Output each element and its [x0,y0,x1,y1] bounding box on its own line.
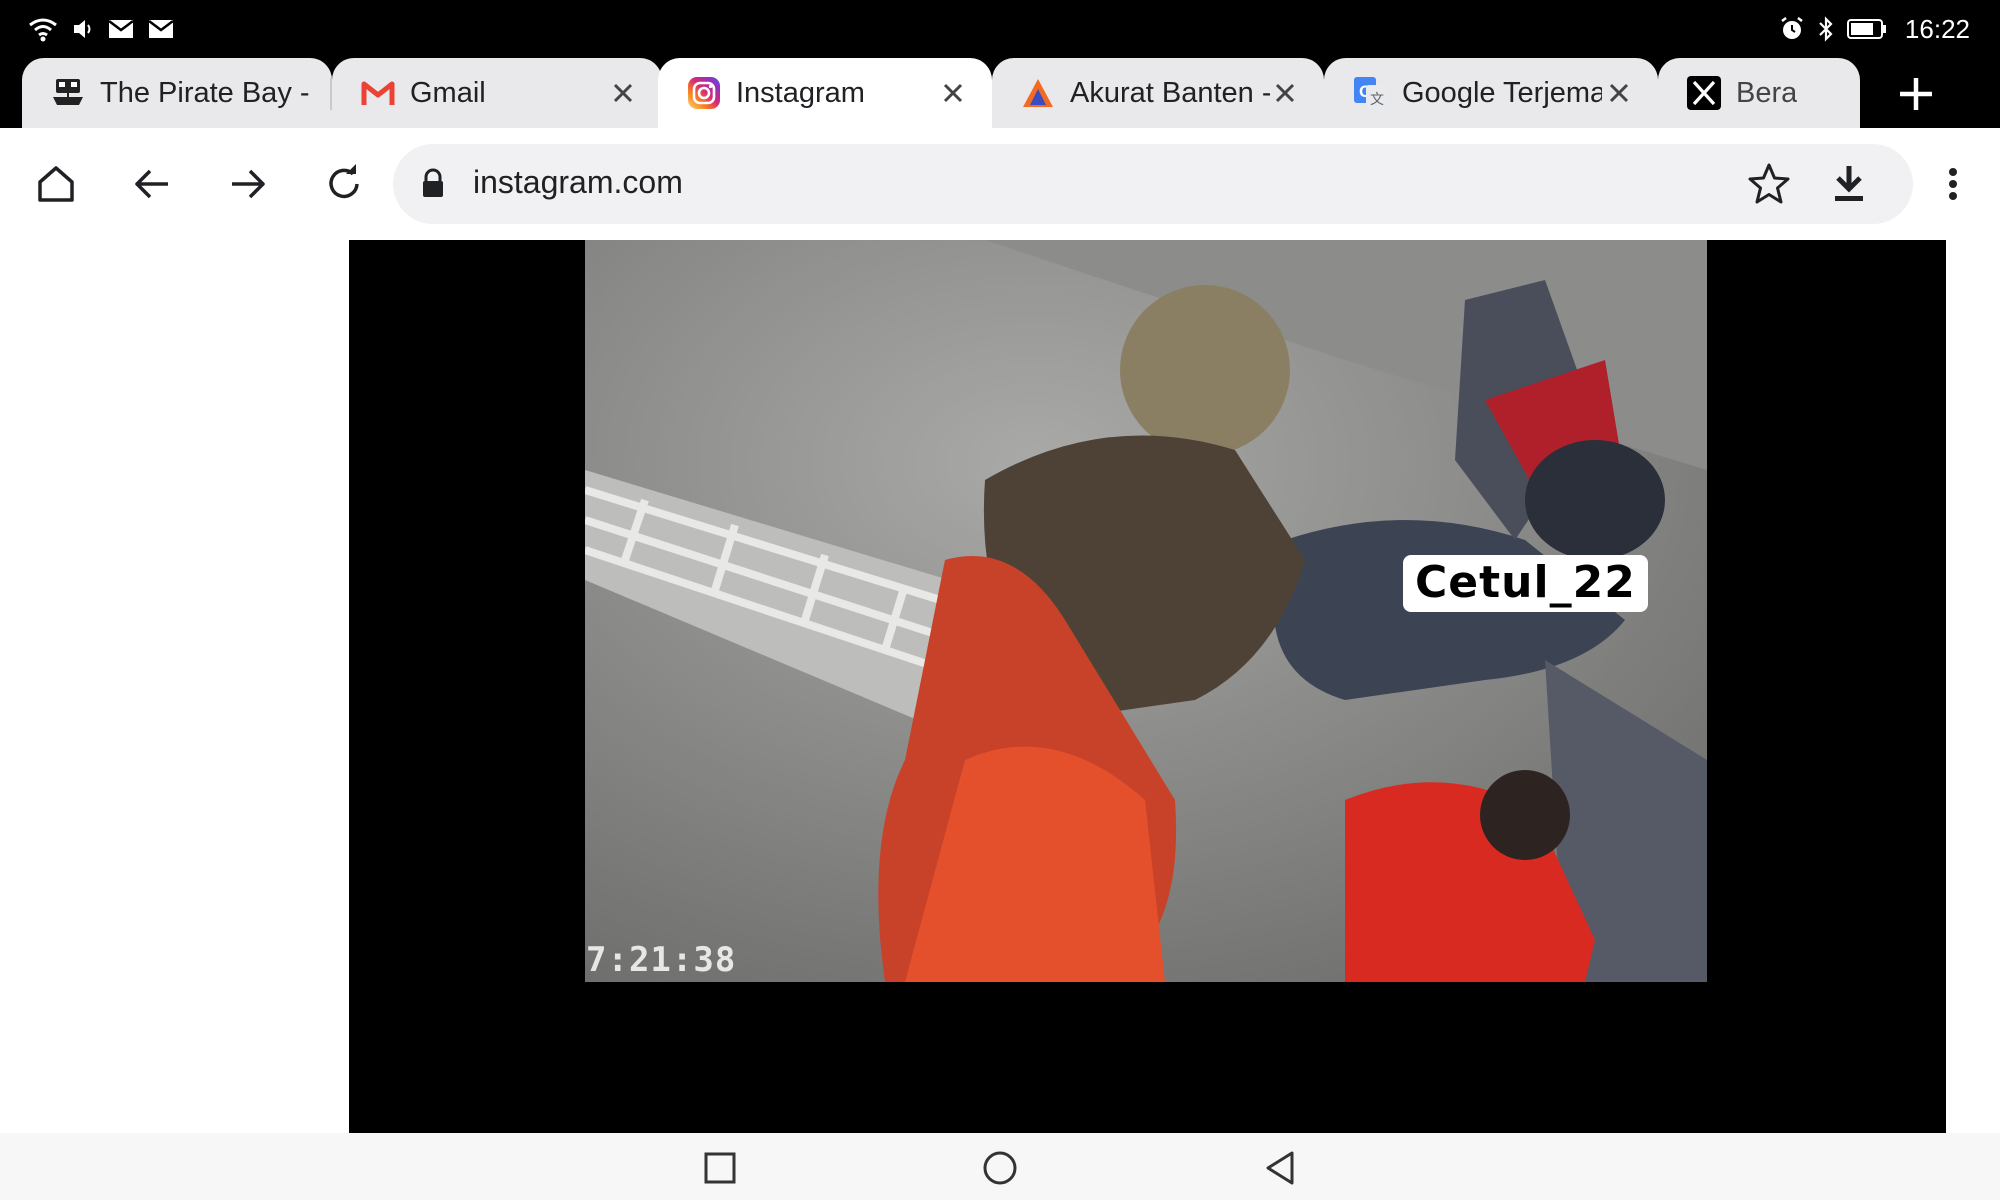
close-icon[interactable] [608,78,638,108]
mail-icon [148,20,174,38]
recents-icon [704,1152,736,1184]
home-button[interactable] [28,156,84,212]
tab-akurat-banten[interactable]: Akurat Banten - [992,58,1324,128]
forward-icon [232,169,265,199]
browser-toolbar: instagram.com [0,128,2000,241]
close-icon[interactable] [938,78,968,108]
close-icon[interactable] [1604,78,1634,108]
back-button[interactable] [124,156,180,212]
tab-the-pirate-bay[interactable]: The Pirate Bay - [22,58,332,128]
google-translate-icon: G 文 [1354,77,1386,109]
more-icon [1949,168,1957,200]
tab-google-terjemah[interactable]: G 文 Google Terjemah [1324,58,1658,128]
page-content: Cetul_22 7:21:38 [0,240,2000,1133]
instagram-icon [688,77,720,109]
tab-gmail[interactable]: Gmail [332,58,662,128]
svg-text:文: 文 [1370,91,1384,107]
back-nav-button[interactable] [1255,1143,1305,1193]
volume-icon [74,20,91,38]
home-icon [38,166,74,202]
battery-icon [1846,19,1886,39]
bluetooth-icon [1819,16,1833,42]
cctv-timestamp: 7:21:38 [586,940,737,980]
gmail-icon [361,81,395,105]
x-logo-icon [1687,76,1721,110]
tab-title: Akurat Banten - [1070,76,1270,109]
video-watermark: Cetul_22 [1403,555,1648,612]
home-nav-button[interactable] [975,1143,1025,1193]
tab-title: Instagram [736,76,865,109]
download-icon[interactable] [1823,158,1875,210]
new-tab-button[interactable] [1892,70,1940,118]
home-circle-icon [983,1151,1017,1185]
tab-instagram[interactable]: Instagram [658,58,992,128]
status-bar: 16:22 [0,0,2000,58]
system-navigation-bar [0,1133,2000,1200]
tab-title: Google Terjemah [1402,76,1602,109]
address-bar[interactable]: instagram.com [393,144,1913,224]
lock-icon [423,168,443,197]
mail-icon [108,20,134,38]
back-triangle-icon [1266,1151,1294,1185]
forward-button[interactable] [220,156,276,212]
tab-title: The Pirate Bay - [100,76,310,109]
back-icon [135,169,168,199]
reload-icon [329,164,359,199]
clock: 16:22 [1904,13,1970,44]
alarm-icon [1781,17,1803,39]
tab-strip: The Pirate Bay - Gmail Instagram Akurat … [0,58,2000,128]
more-menu-button[interactable] [1925,156,1981,212]
star-icon[interactable] [1743,158,1795,210]
url-text[interactable]: instagram.com [473,164,683,201]
close-icon[interactable] [1270,78,1300,108]
wifi-icon [29,18,57,42]
tab-title: Gmail [410,76,486,109]
akurat-icon [1023,79,1053,107]
reload-button[interactable] [316,156,372,212]
video-player[interactable] [349,240,1946,1133]
recents-button[interactable] [695,1143,745,1193]
pirate-ship-icon [53,79,83,105]
tab-title: Bera [1736,76,1798,109]
tab-x[interactable]: Bera [1658,58,1860,128]
